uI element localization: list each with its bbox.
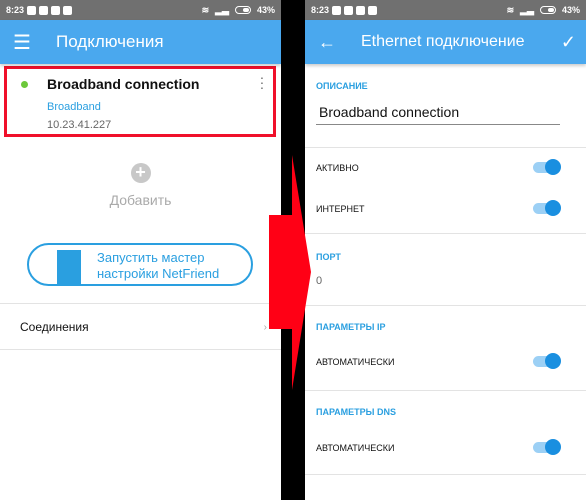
red-arrow	[269, 155, 311, 390]
page-title: Ethernet подключение	[361, 33, 525, 50]
app-bar: ☰ Подключения	[0, 20, 281, 64]
page-title: Подключения	[56, 32, 164, 51]
menu-icon[interactable]: ☰	[0, 30, 44, 55]
back-arrow-icon[interactable]: ←	[305, 32, 349, 53]
red-arrow-shape	[269, 155, 311, 390]
app-bar: ← Ethernet подключение ✓	[305, 20, 586, 64]
check-icon[interactable]: ✓	[561, 32, 576, 53]
